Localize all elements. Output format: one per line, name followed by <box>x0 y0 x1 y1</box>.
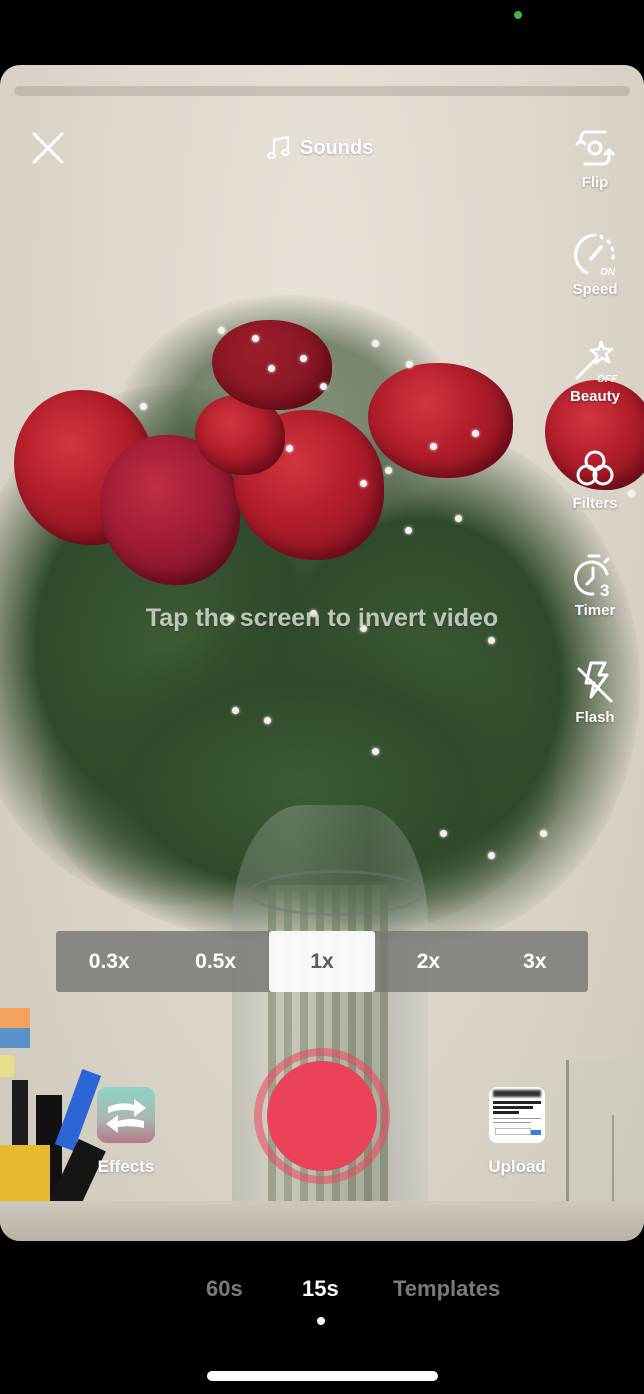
speed-option-3x[interactable]: 3x <box>482 931 588 992</box>
selected-mode-indicator <box>317 1317 325 1325</box>
magic-wand-icon: OFF <box>575 340 618 385</box>
sounds-label: Sounds <box>300 136 374 159</box>
sounds-button[interactable]: Sounds <box>266 133 373 163</box>
music-note-icon <box>267 135 290 160</box>
privacy-indicator-dot <box>514 11 522 19</box>
mode-tab-templates[interactable]: Templates <box>393 1276 500 1302</box>
speed-option-0.3x[interactable]: 0.3x <box>56 931 162 992</box>
close-x-icon <box>32 132 64 164</box>
speed-badge: ON <box>600 267 616 278</box>
filters-circles-icon <box>576 450 614 486</box>
mode-tab-60s[interactable]: 60s <box>206 1276 243 1302</box>
home-indicator[interactable] <box>207 1371 438 1381</box>
speedometer-icon: ON <box>574 233 616 278</box>
upload-label: Upload <box>488 1157 546 1176</box>
flash-label: Flash <box>575 709 615 726</box>
beauty-button[interactable]: OFF Beauty <box>562 338 628 405</box>
flip-button[interactable]: Flip <box>562 124 628 191</box>
upload-thumbnail <box>489 1087 545 1143</box>
timer-badge: 3 <box>600 581 609 600</box>
camera-flip-icon <box>575 130 615 166</box>
speed-button[interactable]: ON Speed <box>562 231 628 298</box>
effects-label: Effects <box>97 1157 155 1176</box>
record-button[interactable] <box>267 1061 377 1171</box>
invert-video-hint: Tap the screen to invert video <box>145 604 499 632</box>
effects-thumbnail <box>97 1087 155 1143</box>
speed-selector: 0.3x 0.5x 1x 2x 3x <box>56 931 588 992</box>
speed-option-2x[interactable]: 2x <box>375 931 481 992</box>
speed-option-0.5x[interactable]: 0.5x <box>162 931 268 992</box>
mode-tab-15s[interactable]: 15s <box>302 1276 339 1302</box>
speed-option-1x[interactable]: 1x <box>268 931 376 992</box>
speed-label: Speed <box>572 281 618 298</box>
flip-label: Flip <box>581 174 609 191</box>
beauty-label: Beauty <box>569 388 621 405</box>
effects-button[interactable]: Effects <box>96 1087 156 1177</box>
flash-off-icon <box>577 661 613 703</box>
filters-label: Filters <box>572 495 618 512</box>
beauty-badge: OFF <box>597 374 618 385</box>
close-button[interactable] <box>30 130 66 166</box>
filters-button[interactable]: Filters <box>562 445 628 512</box>
stopwatch-icon: 3 <box>574 554 610 600</box>
upload-button[interactable]: Upload <box>480 1087 554 1177</box>
flash-button[interactable]: Flash <box>562 659 628 726</box>
recording-progress-bar <box>14 86 630 96</box>
swap-arrows-icon <box>106 1099 146 1133</box>
